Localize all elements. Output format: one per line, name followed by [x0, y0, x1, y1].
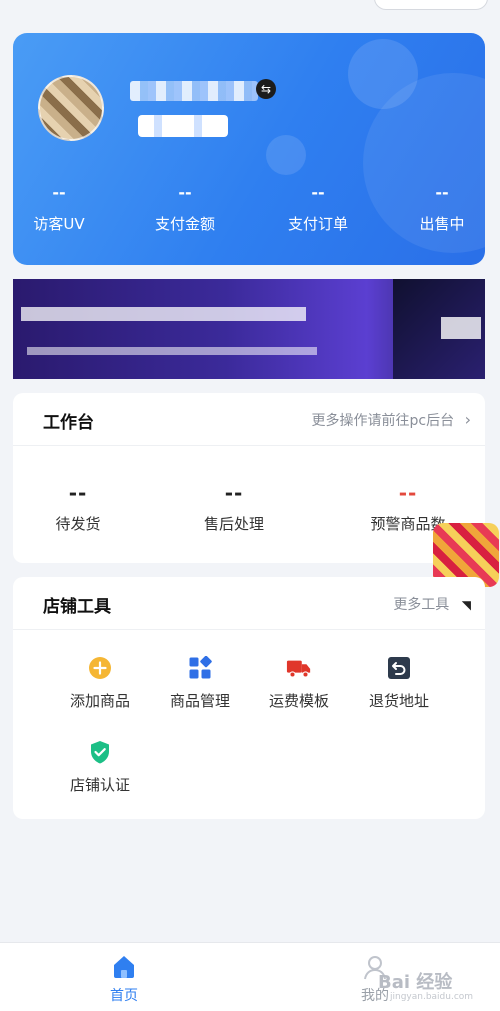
- shop-avatar[interactable]: [38, 75, 104, 141]
- tool-label: 运费模板: [268, 692, 329, 710]
- workbench-header: 工作台 更多操作请前往pc后台 ›: [13, 393, 485, 446]
- workbench-pending-shipment[interactable]: -- 待发货: [13, 481, 143, 534]
- promo-banner[interactable]: [13, 279, 485, 379]
- stat-label: 支付金额: [154, 215, 215, 233]
- stat-payment-amount[interactable]: -- 支付金额: [130, 183, 240, 234]
- flag-icon: ◥: [461, 598, 471, 612]
- decor-bubble: [266, 135, 306, 175]
- tool-add-product[interactable]: 添加商品: [50, 655, 150, 711]
- switch-shop-icon[interactable]: ⇆: [256, 79, 276, 99]
- stat-value: --: [311, 183, 325, 202]
- banner-blur-text: [27, 347, 317, 355]
- workbench-value: --: [398, 481, 418, 505]
- grid-apps-icon: [187, 655, 213, 681]
- tool-label: 店铺认证: [69, 776, 130, 794]
- tool-label: 商品管理: [169, 692, 230, 710]
- tool-shop-certification[interactable]: 店铺认证: [50, 739, 150, 795]
- stat-visitor-uv[interactable]: -- 访客UV: [13, 183, 114, 234]
- shield-check-icon: [87, 739, 113, 765]
- workbench-more-link[interactable]: 更多操作请前往pc后台 ›: [312, 410, 471, 430]
- tab-label: 首页: [110, 988, 138, 1004]
- shop-tools-more-text: 更多工具: [393, 597, 450, 613]
- shop-tools-more-link[interactable]: 更多工具 ◥: [393, 594, 471, 614]
- truck-icon: [286, 655, 312, 681]
- shop-tools-panel: 店铺工具 更多工具 ◥ 添加商品 商品管理 运费模板 退货地址 店铺认证: [13, 577, 485, 819]
- workbench-value: --: [68, 481, 88, 505]
- shop-stats: -- 访客UV -- 支付金额 -- 支付订单 -- 出售中: [13, 183, 485, 243]
- return-arrow-icon: [386, 655, 412, 681]
- shop-tools-header: 店铺工具 更多工具 ◥: [13, 577, 485, 630]
- shop-tag-blurred: [138, 115, 228, 137]
- shop-name-blurred: [130, 81, 258, 101]
- stat-on-sale[interactable]: -- 出售中: [387, 183, 485, 234]
- tool-product-management[interactable]: 商品管理: [150, 655, 250, 711]
- tool-label: 添加商品: [69, 692, 130, 710]
- shop-profile-card[interactable]: ⇆ -- 访客UV -- 支付金额 -- 支付订单 -- 出售中: [13, 33, 485, 265]
- stat-payment-orders[interactable]: -- 支付订单: [263, 183, 373, 234]
- top-strip: [0, 0, 500, 18]
- tool-return-address[interactable]: 退货地址: [349, 655, 449, 711]
- stat-value: --: [435, 183, 449, 202]
- stat-value: --: [52, 183, 66, 202]
- watermark-url: jingyan.baidu.com: [390, 992, 474, 1002]
- workbench-title: 工作台: [43, 413, 94, 433]
- workbench-panel: 工作台 更多操作请前往pc后台 › -- 待发货 -- 售后处理 -- 预警商品…: [13, 393, 485, 563]
- add-circle-icon: [87, 655, 113, 681]
- top-search-pill[interactable]: [374, 0, 488, 10]
- stat-label: 访客UV: [33, 215, 85, 233]
- stat-label: 支付订单: [287, 215, 348, 233]
- home-icon: [84, 953, 164, 981]
- workbench-label: 售后处理: [203, 515, 264, 533]
- tool-label: 退货地址: [368, 692, 429, 710]
- workbench-more-text: 更多操作请前往pc后台: [311, 413, 455, 429]
- workbench-value: --: [224, 481, 244, 505]
- workbench-after-sales[interactable]: -- 售后处理: [169, 481, 299, 534]
- banner-blur-text: [21, 307, 306, 321]
- stat-label: 出售中: [419, 215, 465, 233]
- baidu-jingyan-watermark: Bai 经验: [378, 972, 453, 993]
- banner-blur-text: [441, 317, 481, 339]
- tool-shipping-template[interactable]: 运费模板: [249, 655, 349, 711]
- shop-tools-title: 店铺工具: [43, 597, 111, 617]
- chevron-right-icon: ›: [464, 410, 471, 429]
- tab-home[interactable]: 首页: [84, 953, 164, 1005]
- stat-value: --: [178, 183, 192, 202]
- workbench-label: 待发货: [55, 515, 101, 533]
